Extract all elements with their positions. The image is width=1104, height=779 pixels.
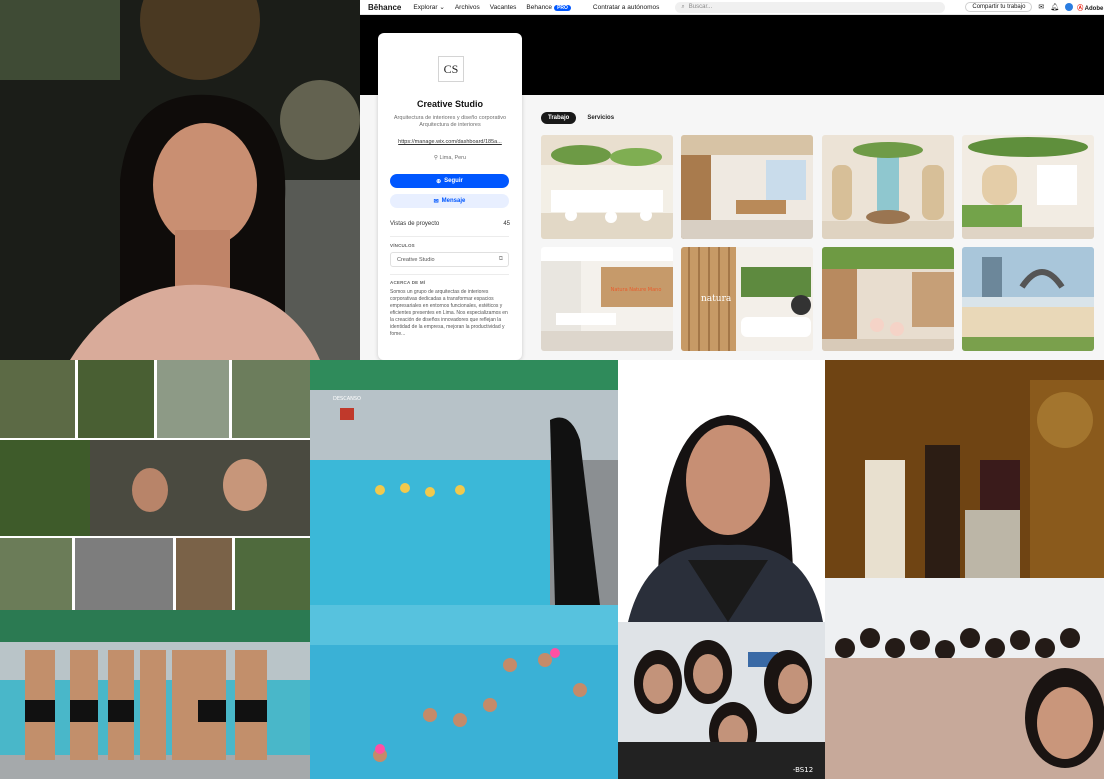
links-title: VÍNCULOS — [390, 243, 415, 248]
office-sign-text: Natura Nature Mano — [611, 287, 662, 293]
swimming-class-photo: DESCANSO — [310, 360, 618, 605]
behance-logo[interactable]: Bēhance — [368, 3, 401, 12]
office-render-image — [822, 135, 954, 239]
about-text: Somos un grupo de arquitectas de interio… — [390, 289, 508, 337]
profile-url[interactable]: https://manage.wix.com/dashboard/185a... — [390, 139, 510, 145]
behance-profile-panel: Bēhance Explorar ⌄ Archivos Vacantes Beh… — [360, 0, 1104, 360]
selfie-image — [0, 0, 360, 360]
office-render-image — [541, 135, 673, 239]
bell-icon[interactable]: 🔔︎ — [1050, 3, 1059, 11]
share-work-button[interactable]: Compartir tu trabajo — [965, 2, 1033, 12]
message-button[interactable]: ✉ Mensaje — [390, 194, 509, 208]
office-render-image — [962, 135, 1094, 239]
about-title: ACERCA DE MÍ — [390, 280, 426, 285]
project-thumbnail[interactable]: Natura Nature Mano — [541, 247, 673, 351]
project-views-label: Vistas de proyecto — [390, 221, 440, 227]
tab-servicios[interactable]: Servicios — [580, 112, 621, 124]
friends-collage-image — [0, 360, 310, 610]
project-thumbnail[interactable] — [541, 135, 673, 239]
profile-location: ⚲ Lima, Peru — [378, 155, 522, 161]
restaurant-group-photo — [825, 360, 1104, 578]
profile-name: Creative Studio — [416, 99, 483, 109]
office-render-image: Natura Nature Mano — [541, 247, 673, 351]
mail-icon: ✉ — [433, 198, 439, 205]
pro-badge: PRO — [554, 4, 571, 11]
search-icon: ⌕ — [681, 3, 685, 10]
nav-explore[interactable]: Explorar ⌄ — [413, 3, 444, 11]
pool-sign-text: DESCANSO — [333, 396, 361, 402]
project-thumbnail[interactable] — [962, 247, 1094, 351]
office-render-image — [681, 135, 813, 239]
project-thumbnail[interactable] — [681, 135, 813, 239]
kids-pool-photo — [310, 605, 618, 779]
tab-trabajo[interactable]: Trabajo — [541, 112, 577, 124]
divider — [390, 274, 509, 275]
swimmers-group-photo — [0, 610, 310, 779]
profile-tabs: Trabajo Servicios — [541, 112, 625, 124]
shirt-text: -BS12 — [793, 766, 813, 774]
website-link[interactable]: Creative Studio ⧉ — [390, 252, 509, 267]
follow-button[interactable]: ⊕ Seguir — [390, 174, 509, 188]
office-render-image — [822, 247, 954, 351]
portrait-image — [618, 360, 825, 622]
office-render-image — [962, 247, 1094, 351]
project-thumbnail[interactable] — [822, 247, 954, 351]
plus-icon: ⊕ — [436, 178, 442, 185]
profile-description: Arquitectura de interiores y diseño corp… — [393, 115, 507, 128]
natura-logo: natura — [701, 294, 732, 304]
team-selfie-image: -BS12 — [618, 622, 825, 779]
profile-card: CS Creative Studio Arquitectura de inter… — [378, 33, 522, 360]
nav-jobs[interactable]: Vacantes — [490, 4, 517, 11]
avatar-icon[interactable] — [1065, 3, 1074, 11]
adobe-label: Adobe — [1084, 5, 1104, 12]
project-thumbnail[interactable] — [822, 135, 954, 239]
behance-topbar: Bēhance Explorar ⌄ Archivos Vacantes Beh… — [360, 0, 1104, 15]
project-thumbnail[interactable] — [962, 135, 1094, 239]
nav-behance-pro[interactable]: Behance PRO — [526, 4, 571, 11]
project-views-value: 45 — [503, 221, 510, 227]
studio-logo: CS — [438, 56, 464, 82]
divider — [390, 236, 509, 237]
swimmers-group-image — [0, 610, 310, 779]
profile-location-text: Lima, Peru — [439, 155, 467, 161]
class-group-image — [825, 578, 1104, 779]
nav-behance-pro-label: Behance — [526, 3, 553, 11]
website-link-label: Creative Studio — [397, 256, 435, 263]
class-group-photo — [825, 578, 1104, 779]
office-render-image: natura — [681, 247, 813, 351]
external-link-icon: ⧉ — [498, 256, 503, 262]
swimming-class-image: DESCANSO — [310, 360, 618, 605]
friends-collage-photo — [0, 360, 310, 610]
portrait-photo — [618, 360, 825, 622]
message-button-label: Mensaje — [441, 198, 466, 204]
restaurant-group-image — [825, 360, 1104, 578]
kids-pool-image — [310, 605, 618, 779]
adobe-icon: Ⓐ — [1077, 5, 1084, 12]
follow-button-label: Seguir — [444, 178, 463, 184]
selfie-photo — [0, 0, 360, 360]
nav-assets[interactable]: Archivos — [455, 4, 480, 11]
search-input[interactable]: ⌕ Buscar... — [675, 1, 946, 13]
adobe-link[interactable]: Ⓐ Adobe — [1077, 3, 1103, 12]
nav-hire-freelancers[interactable]: Contratar a autónomos — [593, 4, 659, 11]
project-thumbnail[interactable]: natura — [681, 247, 813, 351]
mail-icon[interactable]: ✉ — [1038, 3, 1044, 11]
team-selfie-photo: -BS12 — [618, 622, 825, 779]
search-placeholder: Buscar... — [688, 4, 713, 10]
